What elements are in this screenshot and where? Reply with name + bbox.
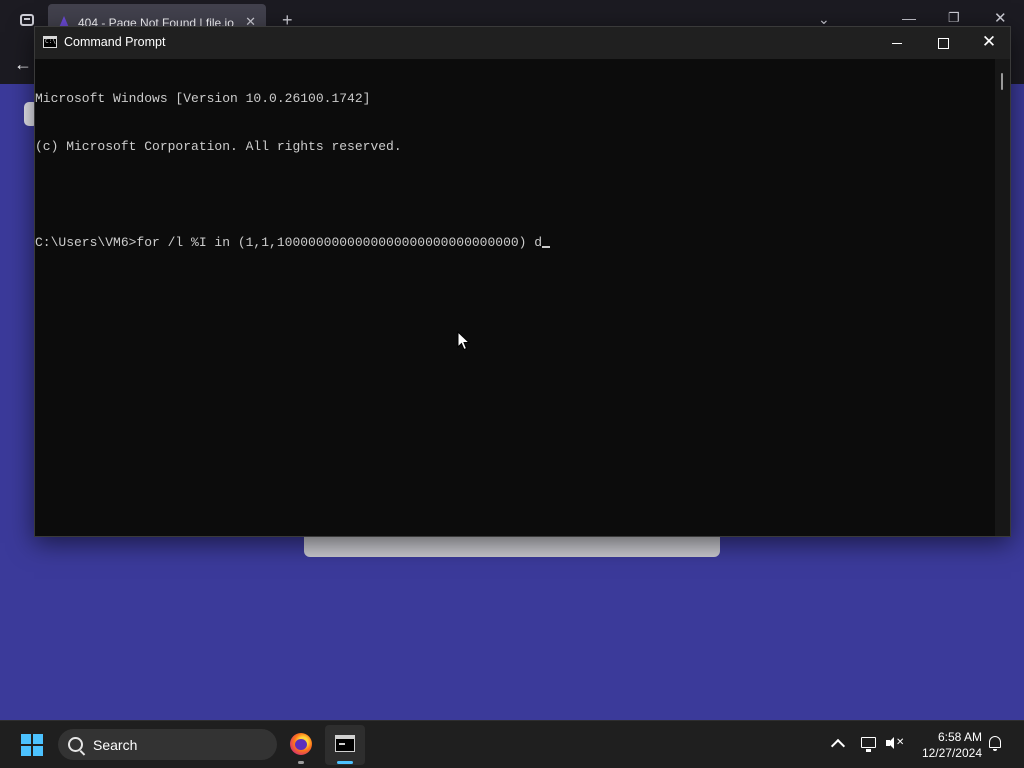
taskbar-search-box[interactable]: Search: [58, 729, 277, 760]
browser-minimize-button[interactable]: —: [902, 10, 916, 26]
taskbar-app-command-prompt[interactable]: [325, 725, 365, 765]
maximize-icon: [937, 37, 949, 49]
mouse-pointer-icon: [457, 331, 471, 351]
windows-logo-icon: [21, 734, 43, 756]
scrollbar-thumb[interactable]: [1001, 73, 1003, 90]
console-line: Microsoft Windows [Version 10.0.26100.17…: [35, 91, 371, 106]
volume-muted-icon[interactable]: ✕: [886, 737, 904, 751]
browser-close-button[interactable]: ✕: [994, 9, 1007, 27]
show-hidden-icons-chevron-icon[interactable]: [829, 733, 847, 754]
minimize-icon: [892, 42, 902, 44]
firefox-icon: [290, 733, 312, 755]
back-arrow-icon[interactable]: ←: [14, 54, 32, 75]
search-label: Search: [93, 737, 138, 753]
notification-bell-icon[interactable]: [989, 736, 1001, 751]
cmd-window-title: Command Prompt: [64, 35, 166, 49]
console-input-line[interactable]: C:\Users\VM6>for /l %I in (1,1,100000000…: [35, 235, 995, 251]
command-prompt-window[interactable]: Command Prompt ✕ Microsoft Windows [Vers…: [34, 26, 1011, 537]
active-indicator: [337, 761, 353, 764]
console-command-text: C:\Users\VM6>for /l %I in (1,1,100000000…: [35, 235, 543, 250]
cmd-maximize-button[interactable]: [920, 27, 966, 59]
start-button[interactable]: [14, 727, 50, 763]
command-prompt-icon: [43, 36, 57, 48]
taskbar-app-firefox[interactable]: [281, 725, 321, 765]
running-indicator: [298, 761, 304, 764]
network-icon[interactable]: [861, 737, 876, 752]
cmd-close-button[interactable]: ✕: [966, 27, 1012, 59]
clock-time: 6:58 AM: [937, 730, 982, 744]
command-prompt-icon: [335, 735, 355, 752]
taskbar: Search ✕ 6:58 AM 12/27/2024: [0, 720, 1024, 768]
console-output[interactable]: Microsoft Windows [Version 10.0.26100.17…: [35, 59, 995, 536]
cmd-minimize-button[interactable]: [874, 27, 920, 59]
browser-restore-button[interactable]: ❐: [948, 10, 960, 26]
text-cursor: [542, 246, 551, 248]
system-clock[interactable]: 6:58 AM 12/27/2024: [910, 729, 982, 761]
cmd-scrollbar[interactable]: [995, 59, 1010, 536]
tab-list-icon[interactable]: [20, 14, 34, 26]
search-icon: [68, 737, 83, 752]
console-line: (c) Microsoft Corporation. All rights re…: [35, 139, 402, 154]
cmd-title-bar[interactable]: Command Prompt ✕: [35, 27, 1010, 59]
clock-date: 12/27/2024: [921, 746, 982, 760]
